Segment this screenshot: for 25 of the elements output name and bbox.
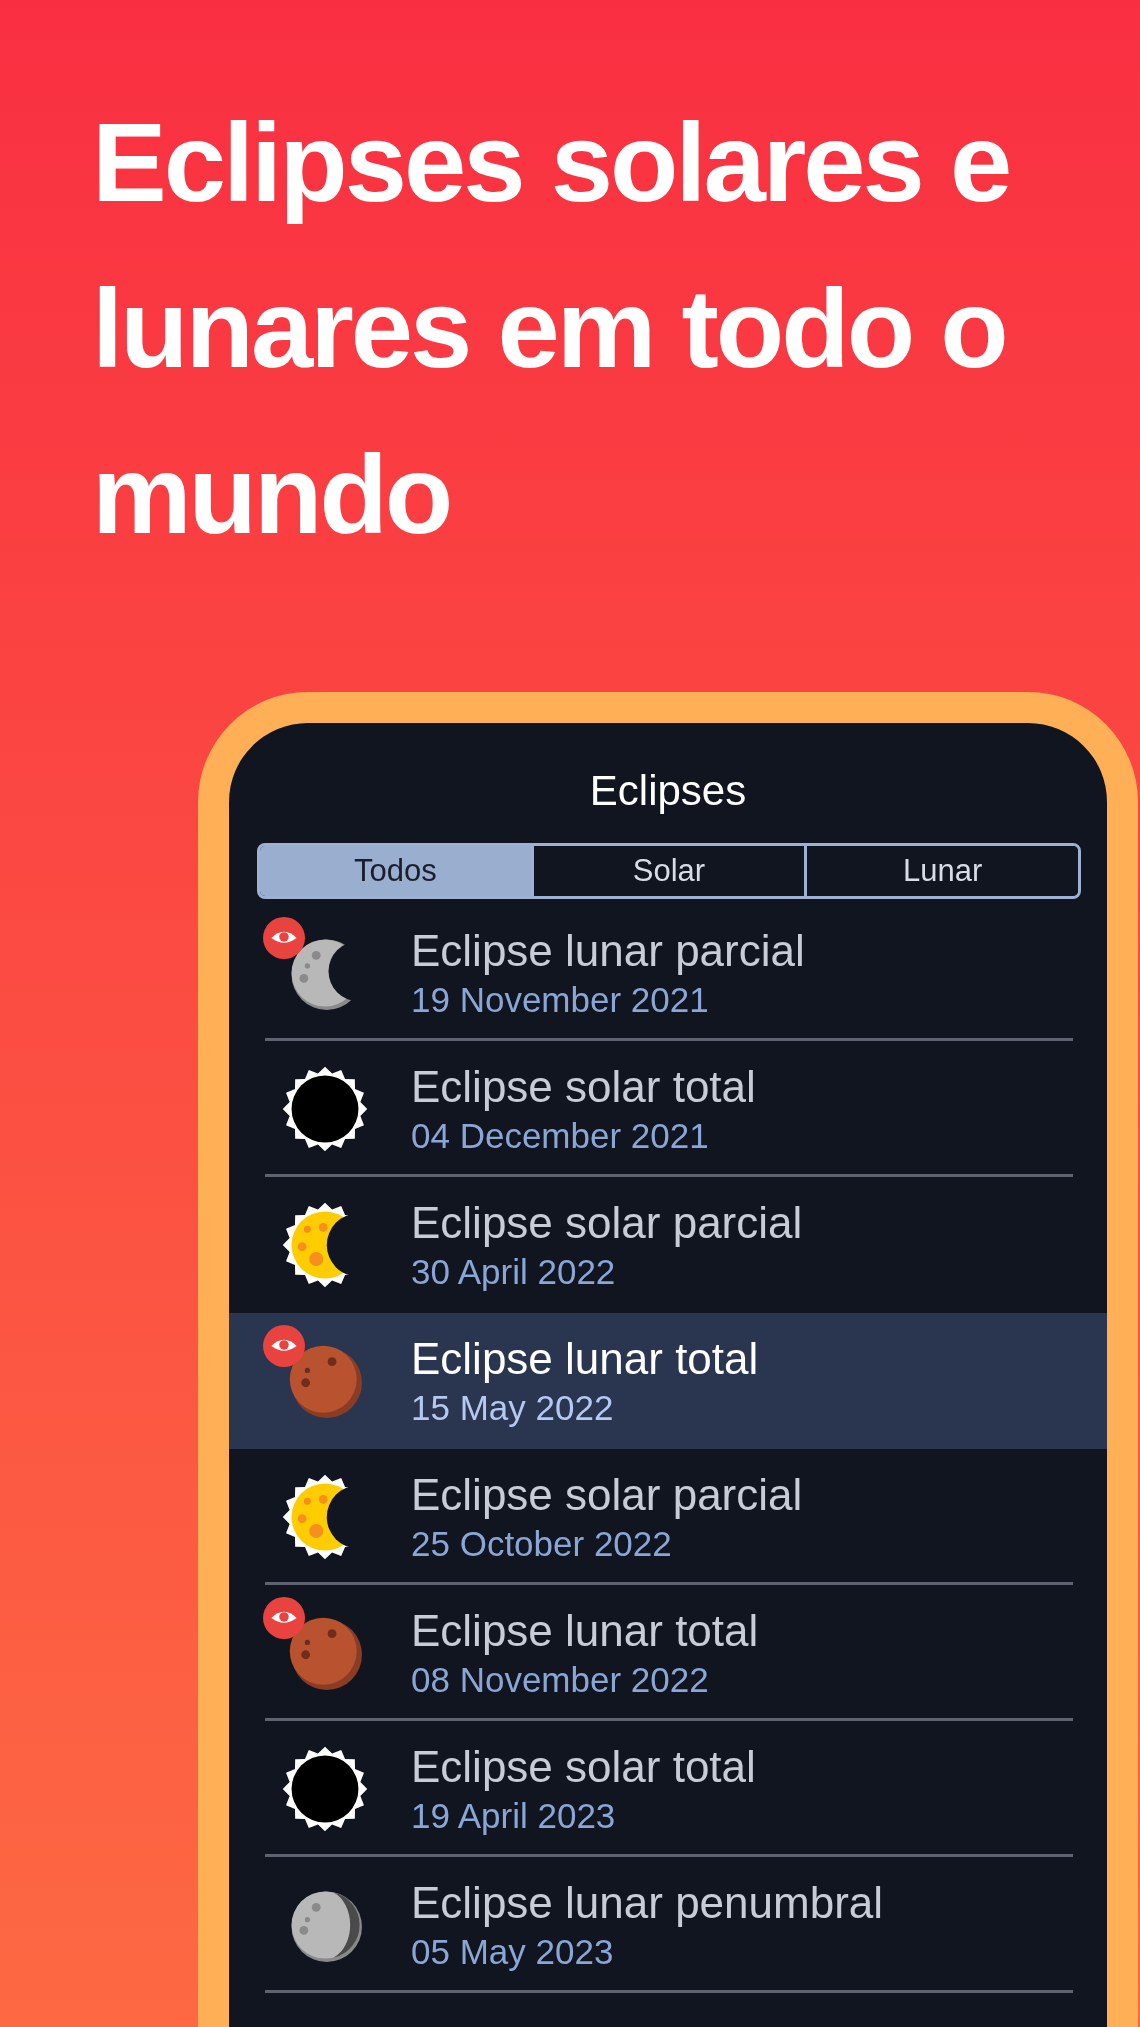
eclipse-date: 08 November 2022: [411, 1659, 710, 1701]
eclipse-name: Eclipse lunar total: [411, 1605, 759, 1657]
eclipsed-sun-icon: [281, 1065, 369, 1153]
filter-tab[interactable]: Lunar: [804, 846, 1078, 896]
eclipse-date: 19 April 2023: [411, 1795, 617, 1837]
eclipsed-sun-icon: [281, 1745, 369, 1833]
eclipse-name: Eclipse lunar total: [411, 1333, 759, 1385]
eclipse-name: Eclipse solar parcial: [411, 1197, 803, 1249]
app-title: Eclipses: [588, 766, 748, 816]
eclipse-name: Eclipse solar total: [411, 1061, 756, 1113]
filter-tab[interactable]: Todos: [260, 846, 531, 896]
eclipse-date: 05 May 2023: [411, 1931, 615, 1973]
eclipse-name: Eclipse lunar parcial: [411, 925, 805, 977]
partially-eclipsed-sun-icon: [281, 1201, 369, 1289]
eclipse-list-item[interactable]: Eclipse lunar total 15 May 2022: [229, 1313, 1107, 1449]
eclipse-date: 04 December 2021: [411, 1115, 710, 1157]
eclipse-name: Eclipse lunar penumbral: [411, 1877, 884, 1929]
headline: Eclipses solares e lunares em todo o mundo: [91, 99, 1011, 559]
eclipse-date: 15 May 2022: [411, 1387, 615, 1429]
eclipse-date: 30 April 2022: [411, 1251, 617, 1293]
eclipse-date: 19 November 2021: [411, 979, 710, 1021]
eclipse-name: Eclipse solar parcial: [411, 1469, 803, 1521]
partially-eclipsed-sun-icon: [281, 1473, 369, 1561]
eclipse-date: 25 October 2022: [411, 1523, 673, 1565]
eclipse-name: Eclipse solar total: [411, 1741, 756, 1793]
